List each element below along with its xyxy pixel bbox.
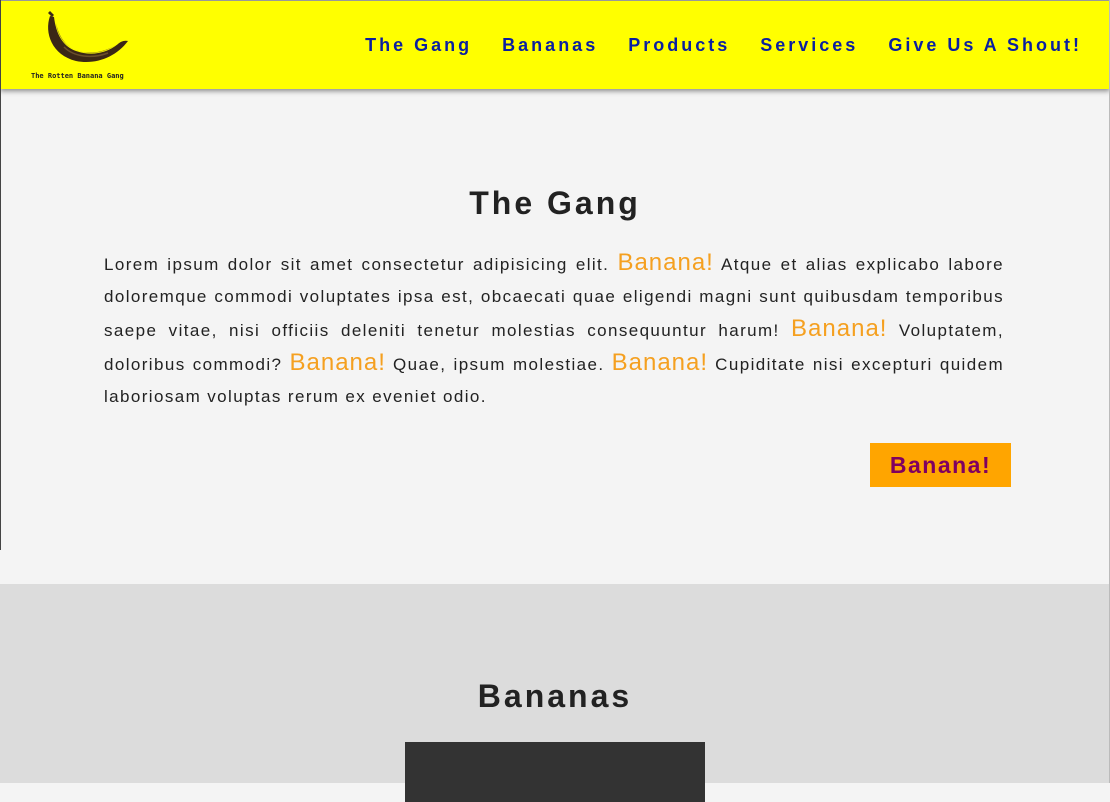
main-nav: The Gang Bananas Products Services Give … bbox=[365, 35, 1082, 56]
site-header: The Rotten Banana Gang The Gang Bananas … bbox=[0, 0, 1110, 89]
banana-card bbox=[405, 742, 705, 802]
nav-link-services[interactable]: Services bbox=[760, 35, 858, 56]
section-paragraph: Lorem ipsum dolor sit amet consectetur a… bbox=[104, 247, 1004, 413]
banana-highlight: Banana! bbox=[617, 249, 714, 276]
banana-icon bbox=[48, 11, 128, 63]
nav-link-products[interactable]: Products bbox=[628, 35, 730, 56]
page-border-left bbox=[0, 0, 1, 550]
section-title: Bananas bbox=[477, 678, 633, 714]
nav-link-bananas[interactable]: Bananas bbox=[502, 35, 598, 56]
section-bananas: Bananas bbox=[0, 584, 1110, 802]
section-the-gang: The Gang Lorem ipsum dolor sit amet cons… bbox=[0, 89, 1110, 584]
section-title: The Gang bbox=[469, 185, 641, 221]
banana-highlight: Banana! bbox=[289, 349, 386, 376]
paragraph-text: Quae, ipsum molestiae. bbox=[385, 355, 612, 374]
banana-highlight: Banana! bbox=[611, 349, 709, 376]
logo[interactable]: The Rotten Banana Gang bbox=[28, 7, 138, 85]
banana-highlight: Banana! bbox=[791, 315, 888, 342]
logo-text: The Rotten Banana Gang bbox=[31, 72, 124, 80]
nav-link-the-gang[interactable]: The Gang bbox=[365, 35, 472, 56]
nav-link-give-us-a-shout[interactable]: Give Us A Shout! bbox=[888, 35, 1082, 56]
banana-button[interactable]: Banana! bbox=[870, 443, 1011, 487]
paragraph-text: Lorem ipsum dolor sit amet consectetur a… bbox=[104, 255, 618, 274]
